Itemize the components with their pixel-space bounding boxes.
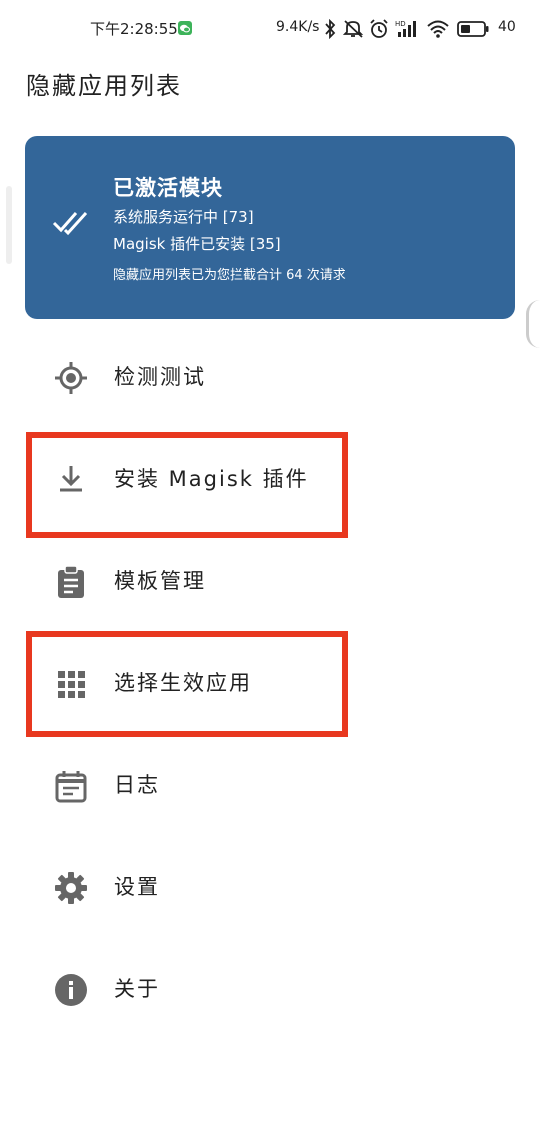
menu-label: 检测测试 <box>114 365 206 389</box>
menu-label: 设置 <box>114 875 160 899</box>
battery-icon <box>457 21 489 37</box>
menu-item-detection-test[interactable]: 检测测试 <box>0 327 540 429</box>
target-icon <box>54 361 88 395</box>
intercept-count: 隐藏应用列表已为您拦截合计 64 次请求 <box>113 268 346 283</box>
menu-label: 日志 <box>114 773 160 797</box>
scroll-indicator <box>6 186 12 264</box>
menu-label: 模板管理 <box>114 569 206 593</box>
annotation-highlight-box <box>26 631 348 737</box>
menu-item-logs[interactable]: 日志 <box>0 735 540 837</box>
magisk-status: Magisk 插件已安装 [35] <box>113 235 281 253</box>
network-speed: 9.4K/s <box>276 19 320 35</box>
wechat-notification-icon <box>178 21 192 35</box>
annotation-highlight-box <box>26 432 348 538</box>
wifi-icon <box>427 20 449 38</box>
mute-icon <box>343 19 365 39</box>
menu-item-about[interactable]: 关于 <box>0 939 540 1041</box>
module-status-card[interactable]: 已激活模块 系统服务运行中 [73] Magisk 插件已安装 [35] 隐藏应… <box>25 136 515 319</box>
alarm-icon <box>369 19 389 39</box>
menu-label: 关于 <box>114 977 160 1001</box>
double-check-icon <box>52 210 90 240</box>
svg-text:HD: HD <box>395 20 406 28</box>
service-status: 系统服务运行中 [73] <box>113 208 254 226</box>
status-bar: 下午2:28:55 9.4K/s HD 40 <box>0 0 540 58</box>
hd-signal-icon: HD <box>395 19 421 39</box>
menu-item-template-management[interactable]: 模板管理 <box>0 531 540 633</box>
gear-icon <box>54 871 88 905</box>
status-time: 下午2:28:55 <box>90 20 178 38</box>
info-icon <box>54 973 88 1007</box>
card-title: 已激活模块 <box>113 176 223 200</box>
battery-level: 40 <box>498 19 516 35</box>
bluetooth-icon <box>322 19 338 39</box>
calendar-log-icon <box>54 769 88 803</box>
menu-item-settings[interactable]: 设置 <box>0 837 540 939</box>
page-title: 隐藏应用列表 <box>26 72 182 100</box>
clipboard-icon <box>54 565 88 599</box>
